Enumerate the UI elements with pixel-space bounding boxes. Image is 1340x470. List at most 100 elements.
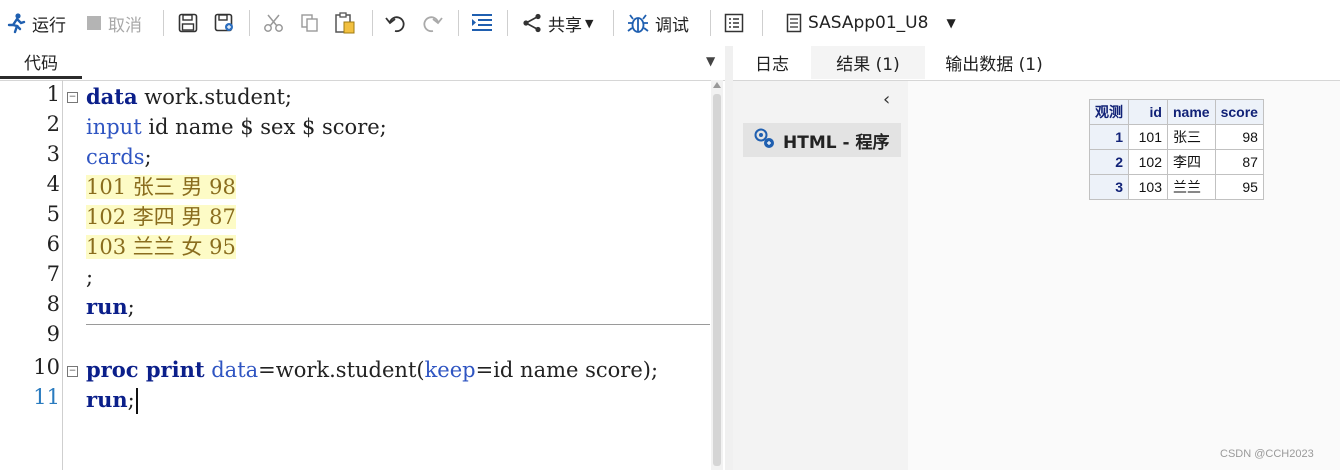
toolbar-separator xyxy=(613,10,614,36)
redo-icon xyxy=(421,13,443,33)
code-line[interactable]: run; xyxy=(86,385,135,415)
code-editor[interactable]: 1 2 3 4 5 6 7 8 9 10 11 − − data work.st… xyxy=(0,80,725,470)
code-text: =id name score); xyxy=(475,358,659,382)
line-number: 10 xyxy=(33,355,60,379)
code-tabbar: 代码 ▼ xyxy=(0,46,725,81)
option-token: keep xyxy=(424,358,476,382)
toolbar-separator xyxy=(249,10,250,36)
save-button[interactable] xyxy=(178,8,198,38)
pane-splitter[interactable] xyxy=(725,46,733,470)
share-icon xyxy=(522,13,542,33)
line-number: 7 xyxy=(46,262,60,286)
table-header-row: 观测 id name score xyxy=(1089,99,1264,125)
code-text: =work.student( xyxy=(258,358,425,382)
tab-log[interactable]: 日志 xyxy=(733,46,811,79)
table-cell: 87 xyxy=(1214,149,1264,175)
share-label: 共享 xyxy=(548,15,582,36)
code-line[interactable]: proc print data=work.student(keep=id nam… xyxy=(86,355,658,385)
column-header: id xyxy=(1128,99,1168,125)
code-line[interactable]: run; xyxy=(86,292,135,322)
code-line[interactable]: ; xyxy=(86,262,93,292)
indent-icon xyxy=(470,13,494,33)
cut-button[interactable] xyxy=(263,8,285,38)
code-text: ; xyxy=(144,145,152,169)
scissors-icon xyxy=(263,13,285,33)
watermark-text: CSDN @CCH2023 xyxy=(1220,448,1314,460)
toolbar-separator xyxy=(163,10,164,36)
run-button[interactable]: 运行 xyxy=(6,8,66,38)
fold-toggle[interactable]: − xyxy=(67,92,78,103)
code-text: id name $ sex $ score; xyxy=(141,115,387,139)
right-tabbar: 日志 结果 (1) 输出数据 (1) xyxy=(733,46,1340,81)
tab-code[interactable]: 代码 xyxy=(0,46,82,79)
code-text: ; xyxy=(86,265,94,289)
toolbar-separator xyxy=(458,10,459,36)
html-results-icon xyxy=(753,127,775,153)
collapse-chevron-icon[interactable]: ‹ xyxy=(883,89,890,110)
chevron-down-icon: ▼ xyxy=(585,16,594,30)
code-line[interactable]: cards; xyxy=(86,142,152,172)
stop-icon xyxy=(86,15,102,31)
vertical-scrollbar[interactable] xyxy=(711,80,723,470)
chevron-down-icon[interactable]: ▼ xyxy=(706,54,715,68)
server-select[interactable]: SASApp01_U8 ▼ xyxy=(786,8,956,38)
table-row: 3 103 兰兰 95 xyxy=(1089,174,1264,200)
code-line[interactable]: 102 李四 男 87 xyxy=(86,202,236,232)
datalines-text: 103 兰兰 女 95 xyxy=(86,235,236,259)
save-as-icon xyxy=(214,13,236,33)
undo-icon xyxy=(385,13,407,33)
code-line[interactable]: 103 兰兰 女 95 xyxy=(86,232,236,262)
debug-button[interactable]: 调试 xyxy=(627,8,689,38)
nav-item-html-program[interactable]: HTML - 程序 xyxy=(743,123,901,157)
table-cell: 李四 xyxy=(1167,149,1216,175)
row-header-cell: 2 xyxy=(1089,149,1129,175)
save-as-button[interactable] xyxy=(214,8,236,38)
step-boundary-line xyxy=(86,324,710,325)
statement-token: input xyxy=(86,115,142,139)
row-header-cell: 1 xyxy=(1089,124,1129,150)
table-cell: 103 xyxy=(1128,174,1168,200)
column-header: 观测 xyxy=(1089,99,1129,125)
cancel-label: 取消 xyxy=(108,15,142,36)
cancel-button[interactable]: 取消 xyxy=(86,8,142,38)
line-number-gutter: 1 2 3 4 5 6 7 8 9 10 11 xyxy=(0,80,63,470)
tab-output-data[interactable]: 输出数据 (1) xyxy=(929,46,1059,79)
table-cell: 98 xyxy=(1214,124,1264,150)
copy-button[interactable] xyxy=(300,8,320,38)
tab-results[interactable]: 结果 (1) xyxy=(811,46,925,79)
code-line[interactable]: data work.student; xyxy=(86,82,292,112)
row-header-cell: 3 xyxy=(1089,174,1129,200)
fold-toggle[interactable]: − xyxy=(67,366,78,377)
server-label: SASApp01_U8 xyxy=(808,13,929,33)
line-number: 2 xyxy=(46,112,60,136)
results-table: 观测 id name score 1 101 张三 98 2 102 李四 87… xyxy=(1089,99,1264,200)
code-line[interactable]: 101 张三 男 98 xyxy=(86,172,236,202)
scrollbar-thumb[interactable] xyxy=(713,94,721,466)
save-icon xyxy=(178,13,198,33)
table-row: 2 102 李四 87 xyxy=(1089,149,1264,175)
line-number: 8 xyxy=(46,292,60,316)
undo-button[interactable] xyxy=(385,8,407,38)
table-cell: 102 xyxy=(1128,149,1168,175)
paste-button[interactable] xyxy=(334,8,356,38)
nav-item-label: HTML - 程序 xyxy=(783,132,890,153)
copy-icon xyxy=(300,13,320,33)
text-cursor xyxy=(136,388,138,414)
line-number: 5 xyxy=(46,202,60,226)
list-icon xyxy=(724,13,744,33)
table-cell: 101 xyxy=(1128,124,1168,150)
column-header: score xyxy=(1214,99,1264,125)
debug-label: 调试 xyxy=(655,15,689,36)
program-summary-button[interactable] xyxy=(724,8,744,38)
chevron-down-icon: ▼ xyxy=(946,16,956,30)
datalines-text: 101 张三 男 98 xyxy=(86,175,236,199)
share-button[interactable]: 共享 ▼ xyxy=(522,8,593,38)
table-cell: 兰兰 xyxy=(1167,174,1216,200)
toolbar-separator xyxy=(710,10,711,36)
scroll-up-icon[interactable] xyxy=(713,82,721,88)
run-label: 运行 xyxy=(32,15,66,36)
code-line[interactable]: input id name $ sex $ score; xyxy=(86,112,387,142)
toolbar-separator xyxy=(507,10,508,36)
format-code-button[interactable] xyxy=(470,8,494,38)
redo-button[interactable] xyxy=(421,8,443,38)
